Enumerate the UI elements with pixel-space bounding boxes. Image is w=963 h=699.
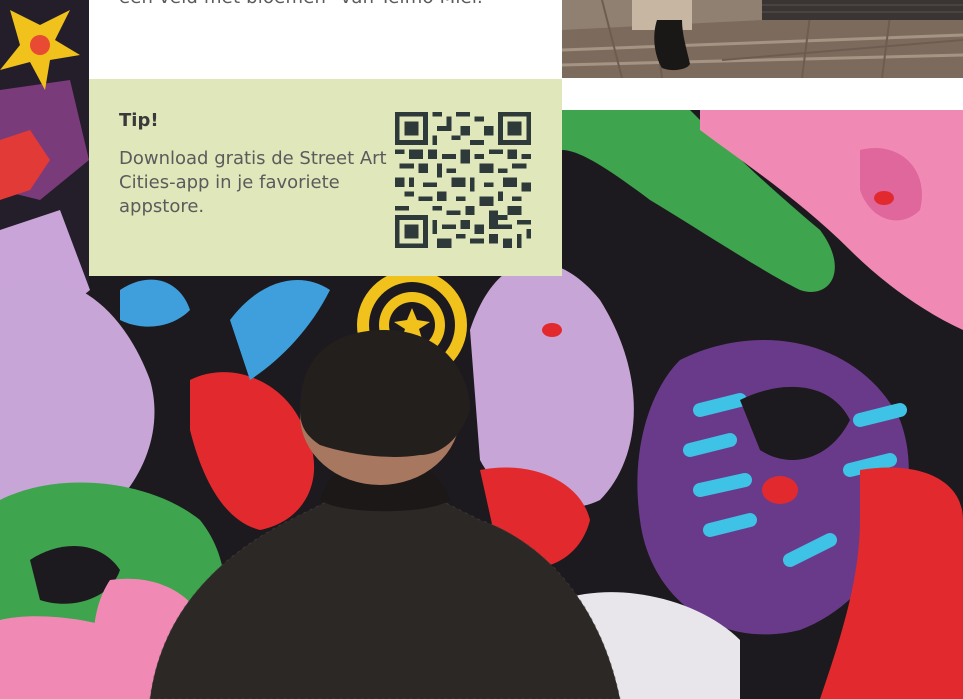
intro-card: een veld met bloemen” van Telmo Miel. [89,0,562,79]
qr-code-icon[interactable] [395,112,531,248]
tip-box: Tip! Download gratis de Street Art Citie… [89,79,562,276]
white-gap [562,78,963,110]
brochure-page: een veld met bloemen” van Telmo Miel. Ti… [0,0,963,699]
street-photo [562,0,963,78]
intro-paragraph: een veld met bloemen” van Telmo Miel. [119,0,529,10]
tip-title: Tip! [119,110,159,131]
tip-body: Download gratis de Street Art Cities-app… [119,148,387,217]
